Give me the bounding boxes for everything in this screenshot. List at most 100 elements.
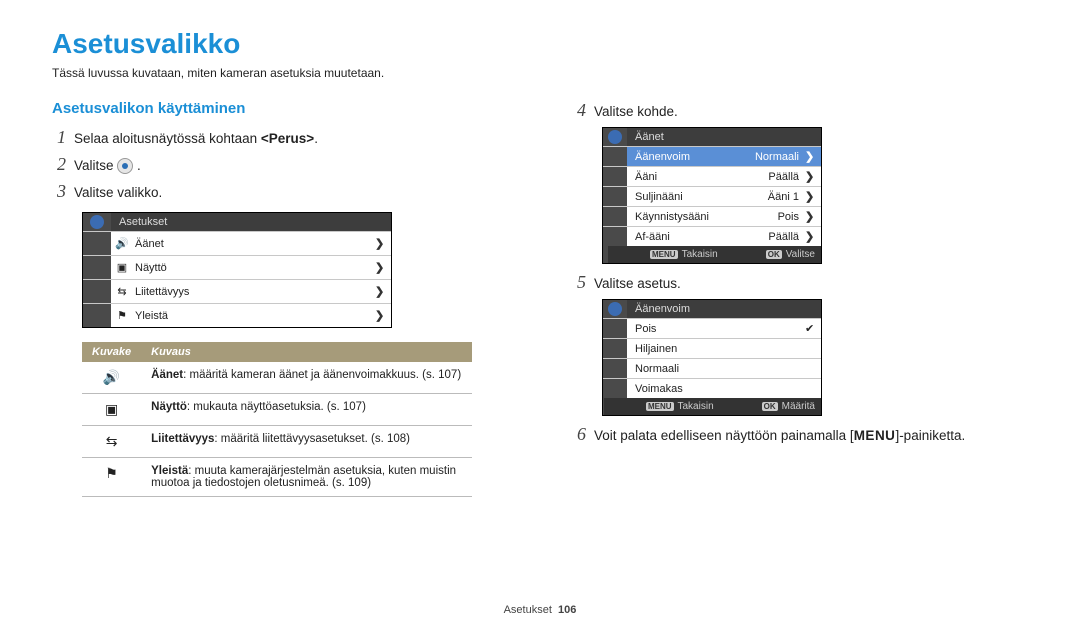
step1-bold: <Perus>	[261, 131, 314, 146]
chevron-right-icon: ❯	[805, 150, 821, 163]
chevron-right-icon: ❯	[805, 210, 821, 223]
camera-menu-settings: Asetukset 🔊 Äänet ❯ ▣ Näyttö ❯ ⇆ Liitett…	[82, 212, 392, 328]
menu-row-afsound[interactable]: Af-ääni Päällä ❯	[603, 226, 821, 246]
step-6: 6 Voit palata edelliseen näyttöön painam…	[572, 424, 1012, 445]
table-row: ⚑ Yleistä: muuta kamerajärjestelmän aset…	[82, 458, 472, 497]
menu-row-connectivity[interactable]: ⇆ Liitettävyys ❯	[83, 279, 391, 303]
step2-text: Valitse	[74, 158, 117, 173]
menu-row-label: Äänenvoim	[627, 151, 755, 163]
page-title: Asetusvalikko	[52, 28, 1028, 60]
menu-row-label: Hiljainen	[627, 343, 805, 355]
row-term: Yleistä	[151, 465, 188, 477]
row-desc: : määritä liitettävyysasetukset. (s. 108…	[214, 433, 410, 445]
volume-icon: 🔊	[82, 362, 141, 394]
step3-text: Valitse valikko.	[74, 185, 162, 200]
table-row: ▣ Näyttö: mukauta näyttöasetuksia. (s. 1…	[82, 394, 472, 426]
step-2: 2 Valitse .	[52, 154, 492, 175]
general-icon: ⚑	[111, 309, 133, 322]
step-5: 5 Valitse asetus.	[572, 272, 1012, 293]
menu-row-label: Liitettävyys	[133, 286, 375, 298]
menu-row-general[interactable]: ⚑ Yleistä ❯	[83, 303, 391, 327]
footer-page: 106	[558, 604, 576, 616]
step1-post: .	[314, 131, 318, 146]
step-1: 1 Selaa aloitusnäytössä kohtaan <Perus>.	[52, 127, 492, 148]
footer-back-label: Takaisin	[682, 249, 718, 260]
step-number: 1	[52, 127, 66, 148]
table-row: ⇆ Liitettävyys: määritä liitettävyysaset…	[82, 426, 472, 458]
menu-row-label: Yleistä	[133, 310, 375, 322]
ok-key-tag: OK	[762, 402, 778, 411]
connectivity-icon: ⇆	[82, 426, 141, 458]
menu-row-label: Näyttö	[133, 262, 375, 274]
menu-row-sound[interactable]: Ääni Päällä ❯	[603, 166, 821, 186]
left-column: Asetusvalikon käyttäminen 1 Selaa aloitu…	[52, 100, 492, 497]
footer-back-label: Takaisin	[678, 401, 714, 412]
menu-option-quiet[interactable]: Hiljainen	[603, 338, 821, 358]
menu-row-value: Normaali	[755, 151, 805, 163]
step5-text: Valitse asetus.	[594, 276, 681, 291]
gear-icon	[603, 128, 627, 146]
table-row: 🔊 Äänet: määritä kameran äänet ja äänenv…	[82, 362, 472, 394]
row-term: Äänet	[151, 369, 183, 381]
menu-option-loud[interactable]: Voimakas	[603, 378, 821, 398]
menu-row-label: Äänet	[133, 238, 375, 250]
general-icon: ⚑	[82, 458, 141, 497]
menu-option-off[interactable]: Pois ✔	[603, 318, 821, 338]
step-number: 3	[52, 181, 66, 202]
menu-header: Äänenvoim	[627, 300, 821, 318]
step2-post: .	[137, 158, 141, 173]
gear-icon	[83, 213, 111, 231]
menu-option-normal[interactable]: Normaali	[603, 358, 821, 378]
menu-row-value: Pois	[778, 211, 805, 223]
chevron-right-icon: ❯	[805, 170, 821, 183]
step6-pre: Voit palata edelliseen näyttöön painamal…	[594, 428, 854, 443]
footer-ok-label: Valitse	[786, 249, 815, 260]
menu-row-shutter[interactable]: Suljinääni Ääni 1 ❯	[603, 186, 821, 206]
chevron-right-icon: ❯	[375, 309, 391, 322]
row-desc: : määritä kameran äänet ja äänenvoimakku…	[183, 369, 461, 381]
menu-row-label: Pois	[627, 323, 805, 335]
menu-key-tag: MENU	[650, 250, 678, 259]
menu-footer: MENUTakaisin OKMääritä	[603, 398, 821, 415]
menu-row-value: Ääni 1	[768, 191, 805, 203]
right-column: 4 Valitse kohde. Äänet Äänenvoim Normaal…	[572, 100, 1012, 497]
menu-row-volume[interactable]: Äänenvoim Normaali ❯	[603, 146, 821, 166]
intro-text: Tässä luvussa kuvataan, miten kameran as…	[52, 66, 1028, 80]
footer-ok-label: Määritä	[782, 401, 815, 412]
step-number: 2	[52, 154, 66, 175]
menu-row-label: Suljinääni	[627, 191, 768, 203]
step4-text: Valitse kohde.	[594, 104, 678, 119]
step6-post: ]-painiketta.	[895, 428, 965, 443]
menu-row-value: Päällä	[768, 171, 805, 183]
row-desc: : muuta kamerajärjestelmän asetuksia, ku…	[151, 465, 456, 489]
chevron-right-icon: ❯	[805, 230, 821, 243]
table-header-desc: Kuvaus	[141, 342, 472, 362]
step-4: 4 Valitse kohde.	[572, 100, 1012, 121]
gear-icon	[603, 300, 627, 318]
menu-row-label: Normaali	[627, 363, 805, 375]
chevron-right-icon: ❯	[375, 237, 391, 250]
chevron-right-icon: ❯	[375, 285, 391, 298]
chevron-right-icon: ❯	[805, 190, 821, 203]
step1-pre: Selaa aloitusnäytössä kohtaan	[74, 131, 261, 146]
menu-row-display[interactable]: ▣ Näyttö ❯	[83, 255, 391, 279]
page-footer: Asetukset 106	[0, 604, 1080, 616]
icon-description-table: Kuvake Kuvaus 🔊 Äänet: määritä kameran ä…	[82, 342, 472, 497]
row-desc: : mukauta näyttöasetuksia. (s. 107)	[187, 401, 366, 413]
step-number: 6	[572, 424, 586, 445]
connectivity-icon: ⇆	[111, 285, 133, 298]
menu-row-sounds[interactable]: 🔊 Äänet ❯	[83, 231, 391, 255]
step-3: 3 Valitse valikko.	[52, 181, 492, 202]
menu-row-label: Af-ääni	[627, 231, 768, 243]
menu-row-value: Päällä	[768, 231, 805, 243]
table-header-icon: Kuvake	[82, 342, 141, 362]
menu-row-startup[interactable]: Käynnistysääni Pois ❯	[603, 206, 821, 226]
row-term: Liitettävyys	[151, 433, 214, 445]
settings-dial-icon	[117, 158, 133, 174]
volume-icon: 🔊	[111, 237, 133, 250]
chevron-right-icon: ❯	[375, 261, 391, 274]
menu-row-label: Voimakas	[627, 383, 805, 395]
menu-header: Äänet	[627, 128, 821, 146]
menu-key-label: MENU	[854, 428, 896, 443]
camera-menu-volume-options: Äänenvoim Pois ✔ Hiljainen Normaali Voim…	[602, 299, 822, 416]
